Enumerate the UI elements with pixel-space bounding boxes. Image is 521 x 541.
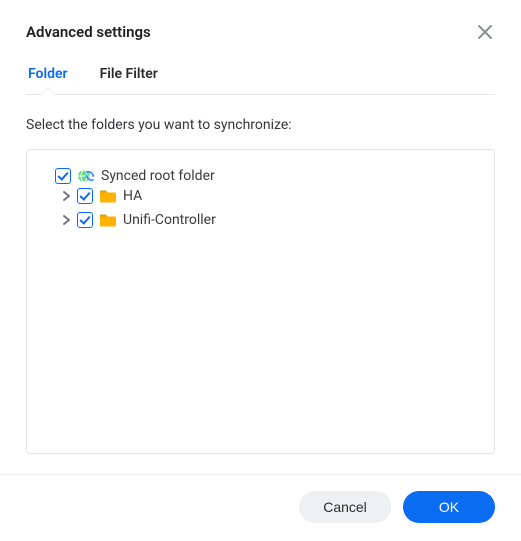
- tree-row[interactable]: Synced root folder: [39, 168, 482, 184]
- tab-file-filter[interactable]: File Filter: [98, 66, 160, 94]
- ok-button[interactable]: OK: [403, 491, 495, 523]
- tab-bar: Folder File Filter: [26, 66, 495, 95]
- checkbox-unifi[interactable]: [77, 212, 93, 228]
- tree-item-label: Unifi-Controller: [123, 212, 216, 228]
- instruction-text: Select the folders you want to synchroni…: [26, 117, 495, 133]
- tree-item: HA: [61, 184, 482, 208]
- tree-root-item: Synced root folder: [39, 164, 482, 236]
- expander-icon[interactable]: [61, 191, 71, 201]
- tree-item-label: Synced root folder: [101, 168, 215, 184]
- checkbox-ha[interactable]: [77, 188, 93, 204]
- sync-globe-icon: [77, 168, 95, 184]
- dialog-footer: Cancel OK: [0, 474, 521, 541]
- dialog-title: Advanced settings: [26, 23, 151, 41]
- cancel-button[interactable]: Cancel: [299, 491, 391, 523]
- dialog-header: Advanced settings: [26, 22, 495, 42]
- close-button[interactable]: [475, 22, 495, 42]
- folder-tree: Synced root folder: [39, 164, 482, 236]
- tree-item: Unifi-Controller: [61, 208, 482, 232]
- folder-icon: [99, 188, 117, 204]
- folder-icon: [99, 212, 117, 228]
- close-icon: [478, 25, 492, 39]
- folder-tree-box: Synced root folder: [26, 149, 495, 454]
- tree-row[interactable]: HA: [61, 188, 482, 204]
- tree-item-label: HA: [123, 188, 142, 204]
- expander-icon[interactable]: [61, 215, 71, 225]
- dialog: Advanced settings Folder File Filter Sel…: [0, 0, 521, 541]
- checkbox-root[interactable]: [55, 168, 71, 184]
- tab-folder[interactable]: Folder: [26, 66, 70, 94]
- tree-row[interactable]: Unifi-Controller: [61, 212, 482, 228]
